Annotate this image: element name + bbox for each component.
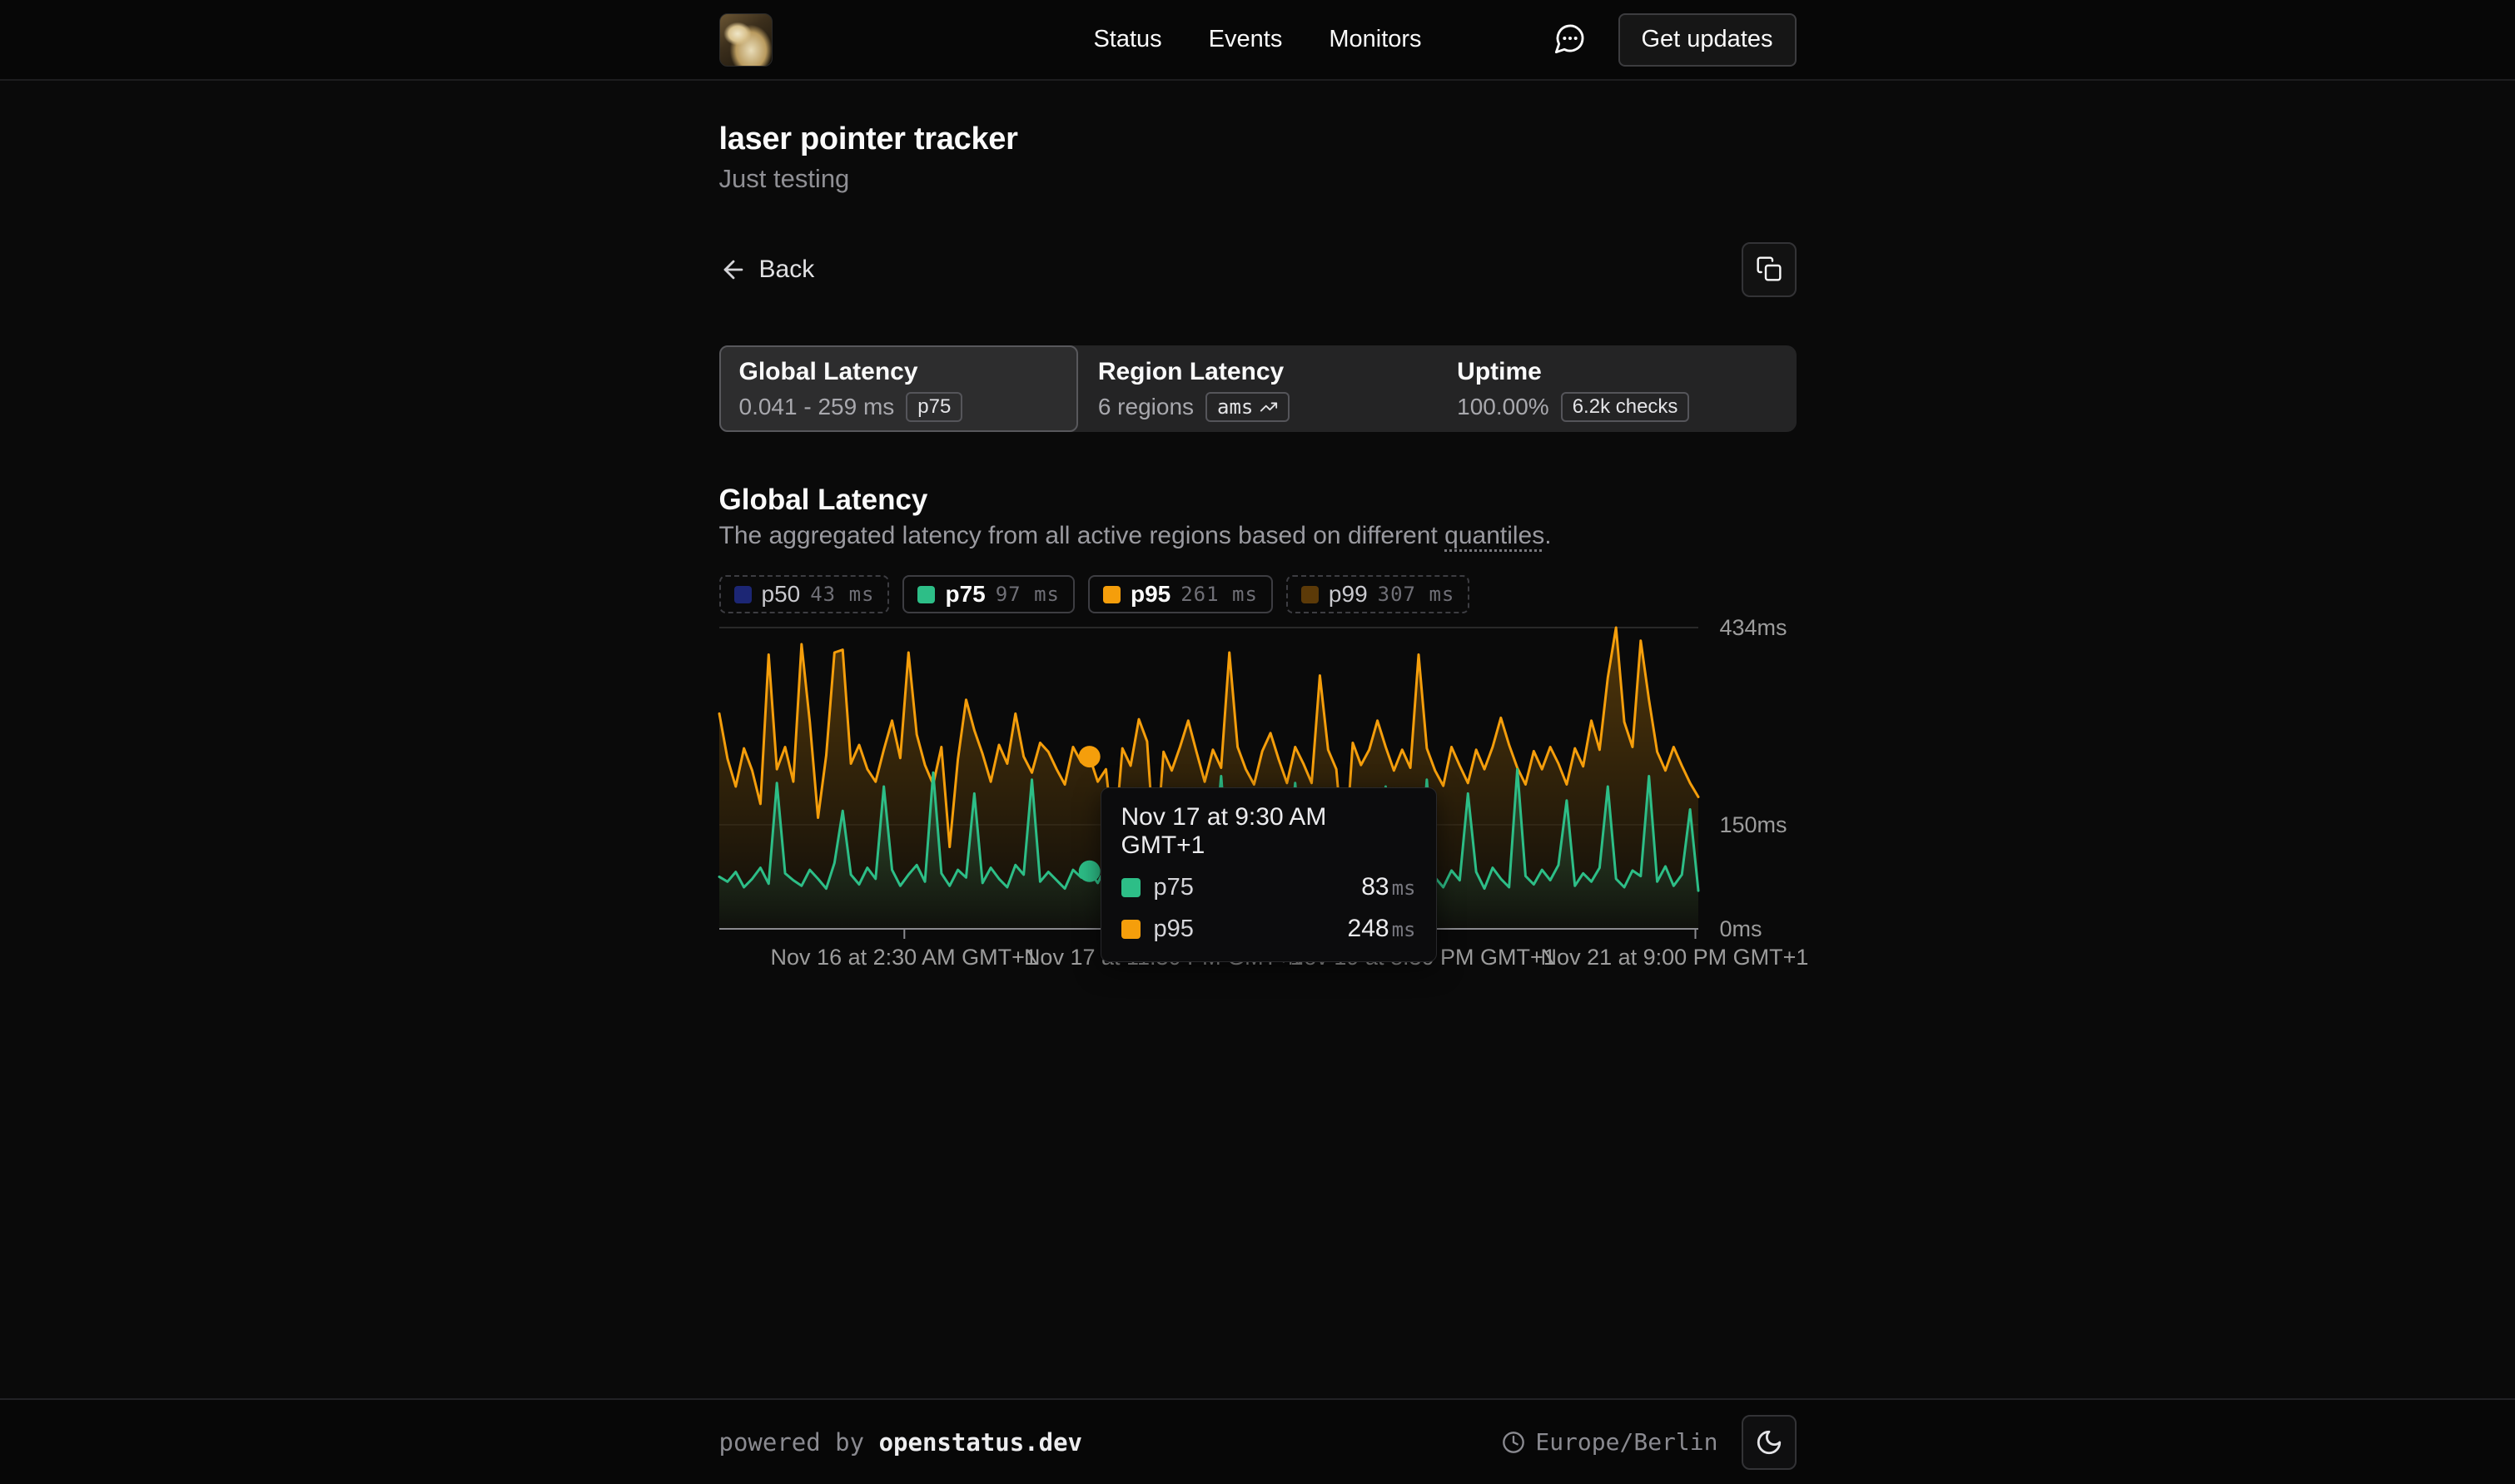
arrow-left-icon (719, 256, 748, 284)
page-title: laser pointer tracker (719, 122, 1797, 157)
tab-title: Uptime (1457, 358, 1776, 386)
theme-toggle-button[interactable] (1742, 1415, 1797, 1470)
back-label: Back (759, 256, 815, 284)
nav-item-events[interactable]: Events (1209, 26, 1283, 53)
quantiles-link[interactable]: quantiles (1444, 522, 1544, 549)
footer: powered by openstatus.dev Europe/Berlin (0, 1398, 2515, 1484)
tab-uptime[interactable]: Uptime 100.00% 6.2k checks (1437, 345, 1796, 432)
tooltip-row-p95: p95 248ms (1121, 915, 1416, 943)
x-axis-tick: Nov 21 at 9:00 PM GMT+1 (1541, 945, 1809, 970)
get-updates-button[interactable]: Get updates (1618, 13, 1797, 67)
p99-swatch (1301, 586, 1319, 603)
metric-tabs: Global Latency 0.041 - 259 ms p75 Region… (719, 345, 1797, 432)
nav-item-status[interactable]: Status (1093, 26, 1161, 53)
logo-image[interactable] (719, 13, 773, 67)
tab-value: 6 regions (1098, 394, 1194, 420)
status-page: Status Events Monitors Get updates (0, 0, 2515, 1484)
section-title: Global Latency (719, 484, 1797, 517)
page-subtitle: Just testing (719, 164, 1797, 194)
tooltip-timestamp: Nov 17 at 9:30 AM GMT+1 (1121, 803, 1416, 860)
copy-icon (1756, 256, 1782, 285)
region-badge: ams (1205, 392, 1290, 422)
legend-chip-p50[interactable]: p50 43 ms (719, 575, 890, 613)
legend-chip-p75[interactable]: p75 97 ms (902, 575, 1075, 613)
p50-swatch (734, 586, 752, 603)
tab-region-latency[interactable]: Region Latency 6 regions ams (1078, 345, 1437, 432)
p95-swatch (1103, 586, 1121, 603)
hover-dot-p95 (1078, 746, 1100, 767)
tab-title: Region Latency (1098, 358, 1417, 386)
nav-item-monitors[interactable]: Monitors (1329, 26, 1421, 53)
openstatus-link[interactable]: openstatus.dev (879, 1428, 1082, 1457)
clock-icon (1502, 1431, 1525, 1454)
y-axis-tick: 150ms (1720, 812, 1787, 838)
timezone-indicator: Europe/Berlin (1502, 1428, 1717, 1456)
top-navbar: Status Events Monitors Get updates (0, 0, 2515, 81)
tab-global-latency[interactable]: Global Latency 0.041 - 259 ms p75 (719, 345, 1078, 432)
chart-legend: p50 43 ms p75 97 ms p95 261 ms p99 307 m… (719, 575, 1797, 613)
trending-up-icon (1260, 398, 1278, 416)
feedback-chat-button[interactable] (1553, 22, 1587, 57)
main-content: laser pointer tracker Just testing Back (0, 81, 2515, 1398)
tab-value: 0.041 - 259 ms (739, 394, 895, 420)
legend-chip-p95[interactable]: p95 261 ms (1088, 575, 1273, 613)
checks-badge: 6.2k checks (1561, 392, 1690, 422)
p75-swatch (917, 586, 935, 603)
chat-bubble-icon (1553, 22, 1587, 57)
main-nav: Status Events Monitors (1093, 0, 1421, 79)
copy-link-button[interactable] (1742, 242, 1797, 297)
quantile-badge: p75 (906, 392, 962, 422)
tab-value: 100.00% (1457, 394, 1549, 420)
section-description: The aggregated latency from all active r… (719, 522, 1797, 550)
moon-icon (1755, 1428, 1783, 1457)
hover-dot-p75 (1078, 861, 1100, 882)
p75-swatch (1121, 878, 1141, 897)
y-axis-tick: 0ms (1720, 916, 1762, 942)
latency-chart[interactable]: 434ms 150ms 0ms Nov 16 at 2:30 AM GMT+1 … (719, 628, 1797, 977)
legend-chip-p99[interactable]: p99 307 ms (1286, 575, 1469, 613)
y-axis-tick: 434ms (1720, 615, 1787, 641)
powered-by: powered by openstatus.dev (719, 1428, 1083, 1457)
tooltip-row-p75: p75 83ms (1121, 873, 1416, 901)
back-button[interactable]: Back (719, 256, 815, 284)
p95-swatch (1121, 920, 1141, 939)
chart-tooltip: Nov 17 at 9:30 AM GMT+1 p75 83ms p95 248… (1101, 787, 1437, 962)
tab-title: Global Latency (739, 358, 1058, 386)
x-axis-tick: Nov 16 at 2:30 AM GMT+1 (771, 945, 1037, 970)
